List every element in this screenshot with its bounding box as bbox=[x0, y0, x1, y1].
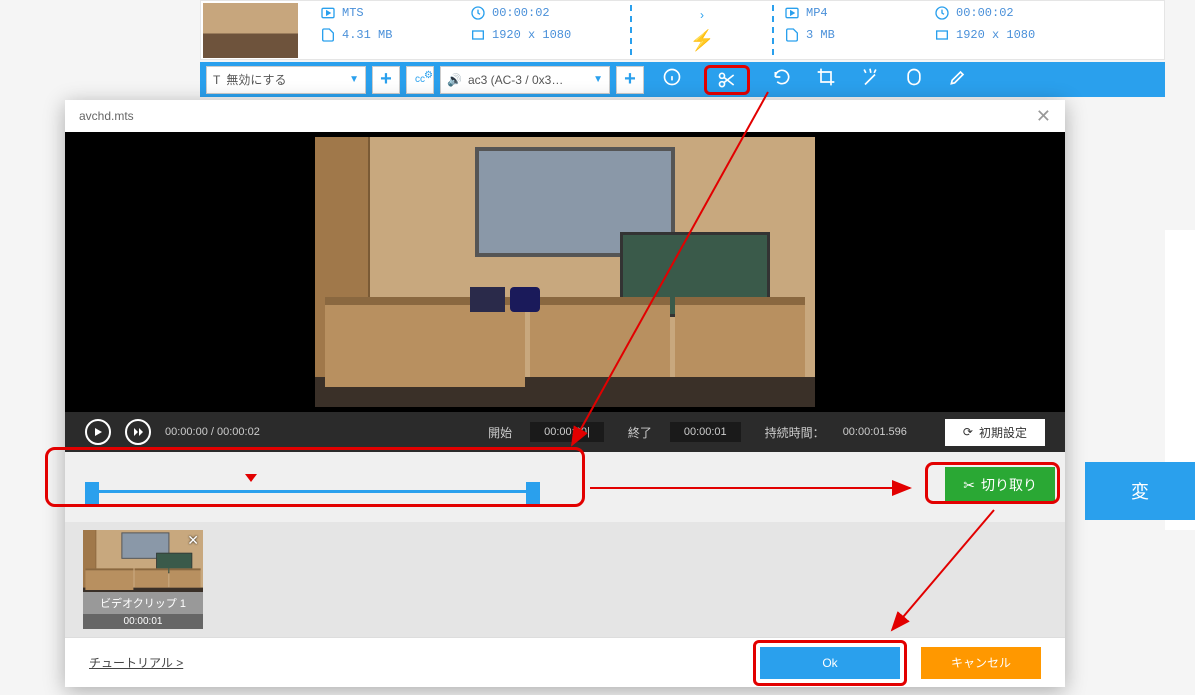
modal-title: avchd.mts bbox=[79, 109, 134, 123]
close-icon[interactable]: ✕ bbox=[1036, 106, 1051, 127]
source-format: MTS bbox=[342, 6, 364, 20]
chevron-down-icon: ▼ bbox=[349, 74, 359, 85]
clip-time: 00:00:01 bbox=[83, 614, 203, 629]
scissors-icon[interactable] bbox=[715, 68, 739, 92]
resolution-icon bbox=[934, 27, 950, 43]
duration-value: 00:00:01.596 bbox=[843, 426, 907, 438]
clip-remove-icon[interactable]: ✕ bbox=[187, 532, 199, 549]
watermark-icon[interactable] bbox=[902, 65, 926, 89]
separator bbox=[772, 5, 774, 55]
separator bbox=[630, 5, 632, 55]
clip-name: ビデオクリップ 1 bbox=[83, 592, 203, 614]
step-button[interactable] bbox=[125, 419, 151, 445]
reset-button[interactable]: ⟳ 初期設定 bbox=[945, 419, 1045, 446]
rotate-icon[interactable] bbox=[770, 65, 794, 89]
trim-handle-right[interactable] bbox=[526, 482, 540, 506]
cancel-label: キャンセル bbox=[951, 654, 1011, 671]
video-preview bbox=[65, 132, 1065, 412]
cut-modal: avchd.mts ✕ 00:00:00 / 00:00:02 開始 00:00… bbox=[65, 100, 1065, 687]
cancel-button[interactable]: キャンセル bbox=[921, 647, 1041, 679]
refresh-icon: ⟳ bbox=[963, 425, 973, 439]
ok-button[interactable]: Ok bbox=[760, 647, 900, 679]
source-duration: 00:00:02 bbox=[492, 6, 550, 20]
playback-controls: 00:00:00 / 00:00:02 開始 00:00:00| 終了 00:0… bbox=[65, 412, 1065, 452]
text-option-label: 無効にする bbox=[226, 71, 286, 88]
clip-item[interactable]: ✕ ビデオクリップ 1 00:00:01 bbox=[83, 530, 203, 629]
cut-button[interactable]: ✂ 切り取り bbox=[945, 467, 1055, 503]
end-time-input[interactable]: 00:00:01 bbox=[670, 422, 741, 442]
effects-icon[interactable] bbox=[858, 65, 882, 89]
playhead-marker[interactable] bbox=[245, 474, 257, 482]
target-resolution: 1920 x 1080 bbox=[956, 28, 1035, 42]
video-frame bbox=[315, 137, 815, 407]
play-button[interactable] bbox=[85, 419, 111, 445]
start-label: 開始 bbox=[488, 424, 512, 441]
ok-button-highlight: Ok bbox=[753, 640, 907, 686]
target-size: 3 MB bbox=[806, 28, 835, 42]
total-time: 00:00:02 bbox=[217, 426, 260, 438]
file-thumbnail bbox=[203, 3, 298, 58]
clock-icon bbox=[934, 5, 950, 21]
audio-option-label: ac3 (AC-3 / 0x3… bbox=[468, 73, 563, 87]
cc-settings-button[interactable]: cc⚙ bbox=[406, 66, 434, 94]
add-text-button[interactable]: + bbox=[372, 66, 400, 94]
current-time: 00:00:00 bbox=[165, 426, 208, 438]
start-time-input[interactable]: 00:00:00| bbox=[530, 422, 604, 442]
tutorial-link[interactable]: チュートリアル > bbox=[89, 654, 183, 671]
toolbar: T 無効にする ▼ + cc⚙ 🔊 ac3 (AC-3 / 0x3… ▼ + bbox=[200, 62, 1165, 97]
clock-icon bbox=[470, 5, 486, 21]
target-format: MP4 bbox=[806, 6, 828, 20]
source-resolution: 1920 x 1080 bbox=[492, 28, 571, 42]
timeline-bar bbox=[91, 490, 534, 493]
ok-label: Ok bbox=[822, 656, 837, 670]
video-icon bbox=[784, 5, 800, 21]
cut-label: 切り取り bbox=[981, 475, 1037, 495]
video-icon bbox=[320, 5, 336, 21]
modal-footer: チュートリアル > Ok キャンセル bbox=[65, 637, 1065, 687]
file-size-icon bbox=[784, 27, 800, 43]
file-size-icon bbox=[320, 27, 336, 43]
arrow-right-icon: › bbox=[700, 8, 704, 22]
timeline-area: ✂ 切り取り bbox=[65, 452, 1065, 522]
source-size: 4.31 MB bbox=[342, 28, 392, 42]
clip-list: ✕ ビデオクリップ 1 00:00:01 bbox=[65, 522, 1065, 637]
text-icon: T bbox=[213, 73, 220, 87]
audio-dropdown[interactable]: 🔊 ac3 (AC-3 / 0x3… ▼ bbox=[440, 66, 610, 94]
speaker-icon: 🔊 bbox=[447, 73, 462, 87]
target-duration: 00:00:02 bbox=[956, 6, 1014, 20]
add-audio-button[interactable]: + bbox=[616, 66, 644, 94]
convert-button-bg[interactable]: 変 bbox=[1085, 462, 1195, 520]
cut-tool-highlight bbox=[704, 65, 750, 95]
text-dropdown[interactable]: T 無効にする ▼ bbox=[206, 66, 366, 94]
bolt-icon: ⚡ bbox=[690, 28, 715, 53]
crop-icon[interactable] bbox=[814, 65, 838, 89]
scissors-icon: ✂ bbox=[963, 477, 975, 494]
trim-handle-left[interactable] bbox=[85, 482, 99, 506]
chevron-down-icon: ▼ bbox=[593, 74, 603, 85]
convert-label: 変 bbox=[1131, 478, 1149, 504]
duration-label: 持続時間： bbox=[765, 424, 825, 441]
edit-icon[interactable] bbox=[946, 65, 970, 89]
clip-thumbnail: ✕ bbox=[83, 530, 203, 592]
end-label: 終了 bbox=[628, 424, 652, 441]
reset-label: 初期設定 bbox=[979, 424, 1027, 441]
resolution-icon bbox=[470, 27, 486, 43]
timeline-track[interactable] bbox=[85, 472, 540, 512]
file-info-row: MTS 4.31 MB 00:00:02 1920 x 1080 › ⚡ MP4… bbox=[200, 0, 1165, 60]
info-icon[interactable] bbox=[660, 65, 684, 89]
